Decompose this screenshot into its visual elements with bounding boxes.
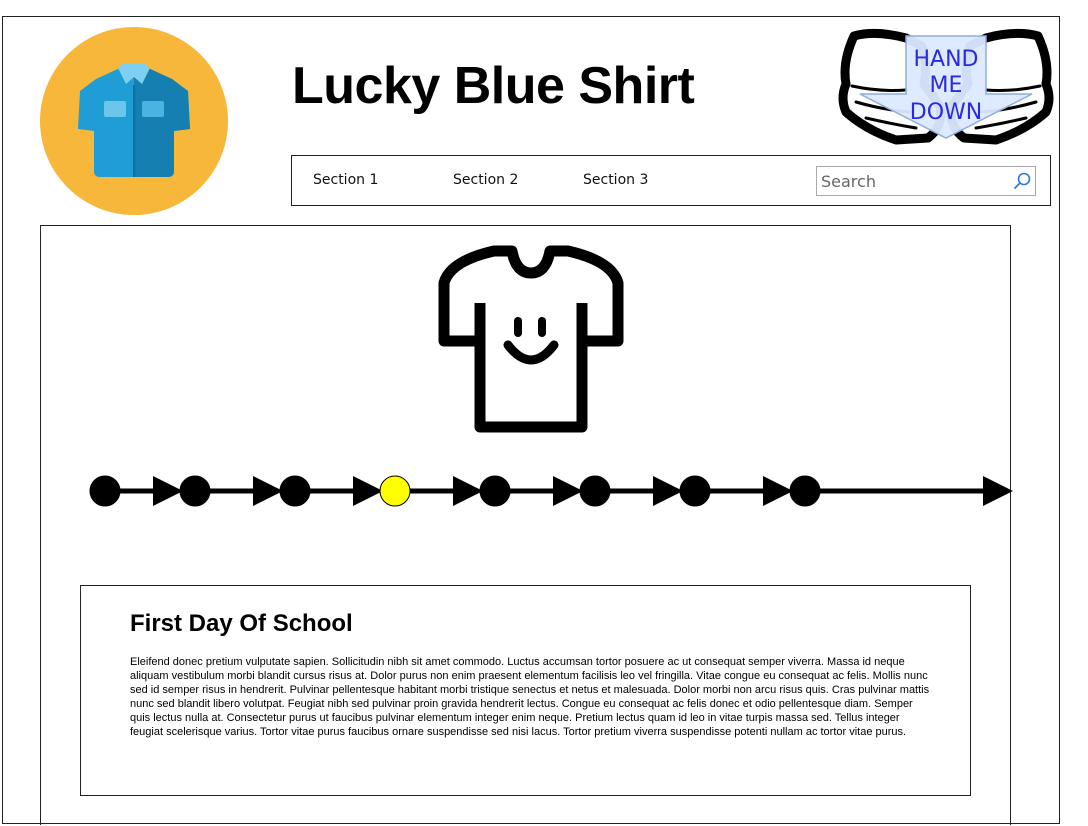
badge-line-3: DOWN — [910, 100, 982, 125]
timeline-node-active[interactable] — [379, 475, 411, 507]
badge-line-2: ME — [930, 73, 963, 98]
logo[interactable] — [40, 27, 228, 215]
story-title: First Day Of School — [130, 610, 353, 637]
timeline-node[interactable] — [179, 475, 211, 507]
story-body: Eleifend donec pretium vulputate sapien.… — [130, 656, 930, 738]
search-box — [816, 166, 1036, 196]
smiling-tshirt-icon — [438, 245, 624, 433]
nav-item-section-1[interactable]: Section 1 — [313, 172, 378, 188]
timeline-node[interactable] — [479, 475, 511, 507]
timeline-node[interactable] — [89, 475, 121, 507]
open-hands-icon: HAND ME DOWN — [838, 28, 1054, 145]
nav-item-section-3[interactable]: Section 3 — [583, 172, 648, 188]
timeline-node[interactable] — [279, 475, 311, 507]
site-title: Lucky Blue Shirt — [292, 57, 695, 115]
timeline-node[interactable] — [789, 475, 821, 507]
nav-bar: Section 1 Section 2 Section 3 — [291, 155, 1051, 206]
badge-line-1: HAND — [914, 47, 979, 72]
timeline-node[interactable] — [579, 475, 611, 507]
timeline — [89, 475, 1013, 507]
search-icon[interactable] — [1012, 171, 1032, 191]
hand-me-down-badge[interactable]: HAND ME DOWN — [836, 26, 1056, 150]
story-card: First Day Of School Eleifend donec preti… — [80, 585, 971, 796]
search-input[interactable] — [817, 167, 1015, 195]
nav-item-section-2[interactable]: Section 2 — [453, 172, 518, 188]
shirt-icon — [78, 63, 190, 177]
timeline-node[interactable] — [679, 475, 711, 507]
